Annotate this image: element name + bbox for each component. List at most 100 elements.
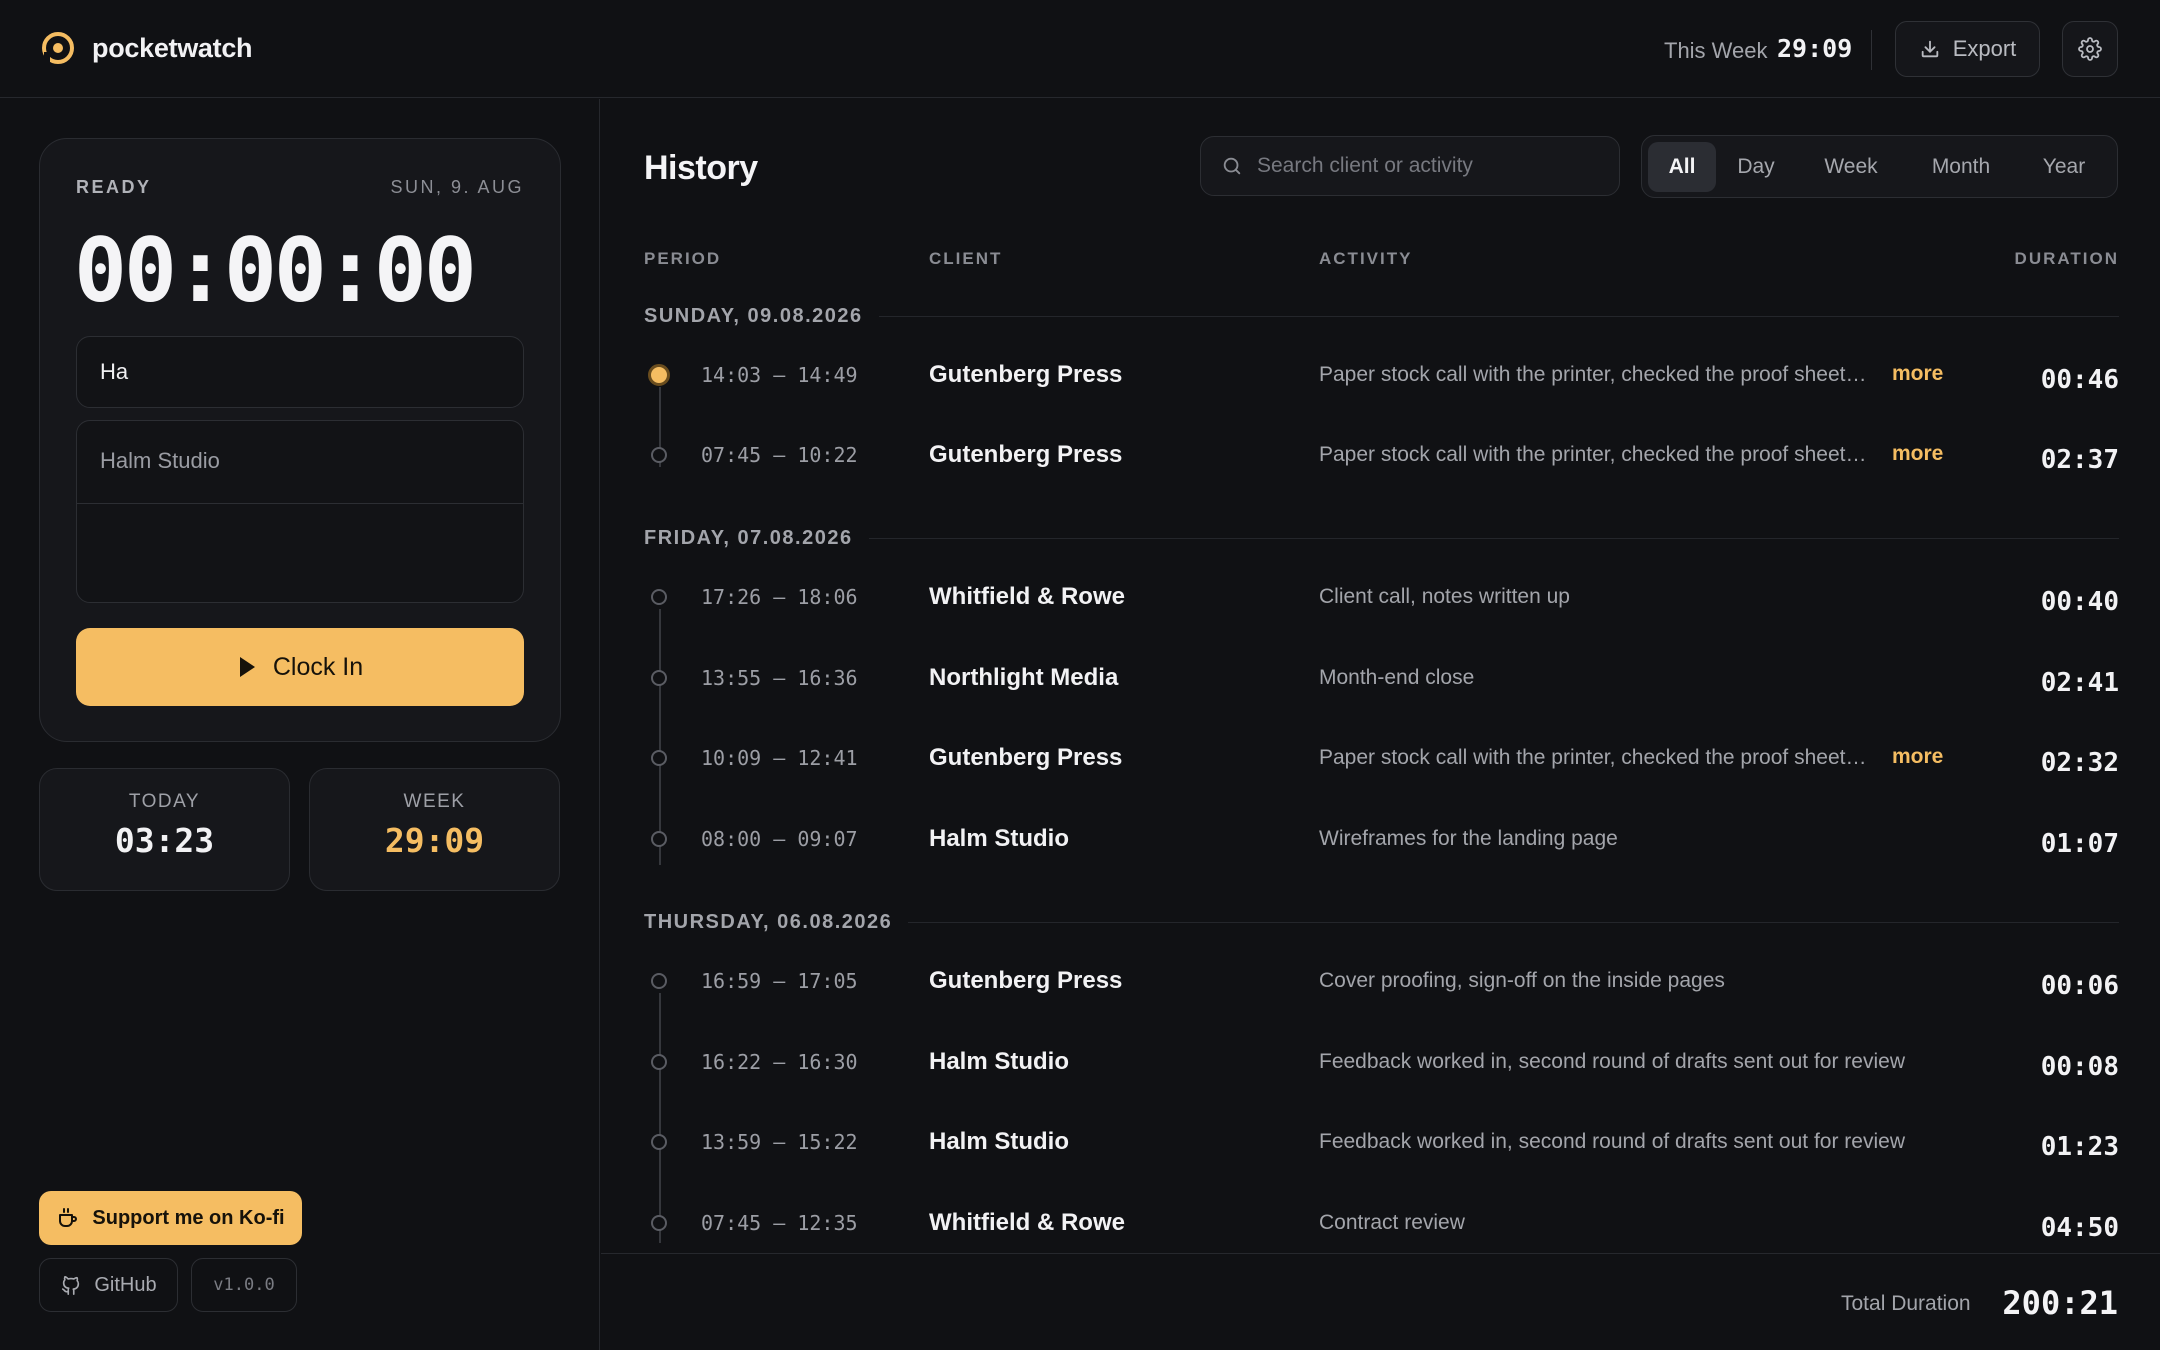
tab-month[interactable]: Month <box>1906 142 2016 192</box>
search-icon <box>1223 157 1241 175</box>
entry-period: 07:45 – 10:22 <box>701 443 858 467</box>
timeline-dot <box>651 831 667 847</box>
tab-year[interactable]: Year <box>2016 142 2112 192</box>
table-row[interactable]: 10:09 – 12:41 Gutenberg Press Paper stoc… <box>644 736 2119 796</box>
entry-client: Gutenberg Press <box>929 744 1123 771</box>
entry-duration: 00:08 <box>2040 1052 2119 1082</box>
tab-week[interactable]: Week <box>1796 142 1906 192</box>
entry-duration: 02:37 <box>2040 445 2119 475</box>
entry-period: 14:03 – 14:49 <box>701 363 858 387</box>
more-link[interactable]: more <box>1892 362 1943 386</box>
coffee-cup-icon <box>59 1208 78 1227</box>
today-stat-card: TODAY 03:23 <box>39 768 290 891</box>
pocketwatch-logo-icon <box>42 32 74 64</box>
clock-in-button[interactable]: Clock In <box>76 628 524 706</box>
day-divider <box>908 922 2119 923</box>
settings-button[interactable] <box>2062 21 2118 77</box>
entry-client: Halm Studio <box>929 825 1070 852</box>
entry-client: Gutenberg Press <box>929 967 1123 994</box>
week-total-value: 29:09 <box>1777 34 1853 63</box>
tab-all[interactable]: All <box>1648 141 1716 192</box>
table-row[interactable]: 07:45 – 10:22 Gutenberg Press Paper stoc… <box>644 433 2119 493</box>
entry-period: 10:09 – 12:41 <box>701 746 858 770</box>
more-link[interactable]: more <box>1892 442 1943 466</box>
entry-client: Northlight Media <box>929 664 1119 691</box>
total-duration-label: Total Duration <box>1841 1292 1971 1315</box>
kofi-button[interactable]: Support me on Ko-fi <box>39 1191 302 1245</box>
download-icon <box>1921 40 1938 58</box>
entry-activity: Month-end close <box>1319 666 1475 689</box>
timer-status: READY <box>76 177 152 197</box>
entry-activity: Wireframes for the landing page <box>1319 827 1618 850</box>
entry-duration: 02:32 <box>2040 748 2119 778</box>
column-header-period: PERIOD <box>644 249 722 268</box>
entry-period: 16:59 – 17:05 <box>701 969 858 993</box>
timeline-dot-active <box>648 364 670 386</box>
brand[interactable]: pocketwatch <box>40 30 253 66</box>
table-row[interactable]: 16:59 – 17:05 Gutenberg Press Cover proo… <box>644 959 2119 1019</box>
entry-period: 13:59 – 15:22 <box>701 1130 858 1154</box>
timeline-dot <box>651 1054 667 1070</box>
table-row[interactable]: 16:22 – 16:30 Halm Studio Feedback worke… <box>644 1040 2119 1100</box>
week-total-label: This Week <box>1664 38 1768 63</box>
history-footer: Total Duration 200:21 <box>601 1253 2160 1350</box>
github-button[interactable]: GitHub <box>39 1258 178 1312</box>
period-filter-tabs: All Day Week Month Year <box>1641 135 2118 198</box>
today-stat-label: TODAY <box>128 791 201 812</box>
table-row[interactable]: 17:26 – 18:06 Whitfield & Rowe Client ca… <box>644 575 2119 635</box>
more-link[interactable]: more <box>1892 745 1943 769</box>
entry-activity: Cover proofing, sign-off on the inside p… <box>1319 969 1725 992</box>
total-duration-value: 200:21 <box>2002 1284 2118 1322</box>
header-divider <box>1871 30 1872 70</box>
entry-duration: 01:07 <box>2040 829 2119 859</box>
app-header: pocketwatch This Week 29:09 Export <box>0 0 2160 98</box>
entry-activity: Paper stock call with the printer, check… <box>1319 443 1867 466</box>
search-box[interactable] <box>1200 136 1620 196</box>
entry-client: Whitfield & Rowe <box>929 583 1125 610</box>
table-row[interactable]: 13:59 – 15:22 Halm Studio Feedback worke… <box>644 1120 2119 1180</box>
day-header: FRIDAY, 07.08.2026 <box>644 527 2119 550</box>
today-stat-value: 03:23 <box>114 821 215 860</box>
client-input[interactable]: Halm Studio <box>76 420 524 504</box>
entry-client: Gutenberg Press <box>929 361 1123 388</box>
sidebar: READY SUN, 9. AUG 00:00:00 Ha Halm Studi… <box>0 99 600 1350</box>
timeline-dot <box>651 1134 667 1150</box>
version-badge: v1.0.0 <box>191 1258 297 1312</box>
day-divider <box>868 538 2119 539</box>
history-panel: History All Day Week Month Year PERIOD C… <box>601 99 2160 1350</box>
activity-input[interactable]: Ha <box>76 336 524 408</box>
table-row[interactable]: 13:55 – 16:36 Northlight Media Month-end… <box>644 656 2119 716</box>
brand-name: pocketwatch <box>92 32 253 63</box>
day-label: THURSDAY, 06.08.2026 <box>644 911 893 933</box>
entry-client: Halm Studio <box>929 1048 1070 1075</box>
kofi-label: Support me on Ko-fi <box>92 1206 285 1229</box>
timeline-dot <box>651 589 667 605</box>
entry-activity: Paper stock call with the printer, check… <box>1319 746 1867 769</box>
gear-icon <box>2078 37 2102 61</box>
entry-client: Gutenberg Press <box>929 441 1123 468</box>
tab-day[interactable]: Day <box>1716 142 1796 192</box>
day-header: THURSDAY, 06.08.2026 <box>644 911 2119 934</box>
timeline-dot <box>651 750 667 766</box>
entry-period: 08:00 – 09:07 <box>701 827 858 851</box>
entry-period: 16:22 – 16:30 <box>701 1050 858 1074</box>
entry-activity: Paper stock call with the printer, check… <box>1319 363 1867 386</box>
entry-duration: 00:06 <box>2040 971 2119 1001</box>
timer-card: READY SUN, 9. AUG 00:00:00 Ha Halm Studi… <box>39 138 561 742</box>
table-row[interactable]: 08:00 – 09:07 Halm Studio Wireframes for… <box>644 817 2119 877</box>
entry-period: 07:45 – 12:35 <box>701 1211 858 1235</box>
export-button[interactable]: Export <box>1895 21 2040 77</box>
timeline-dot <box>651 447 667 463</box>
week-stat-label: WEEK <box>403 791 466 812</box>
table-row[interactable]: 14:03 – 14:49 Gutenberg Press Paper stoc… <box>644 353 2119 413</box>
day-label: FRIDAY, 07.08.2026 <box>644 527 853 549</box>
notes-textarea[interactable] <box>76 503 524 603</box>
entry-duration: 04:50 <box>2040 1213 2119 1243</box>
day-divider <box>878 316 2119 317</box>
entry-client: Whitfield & Rowe <box>929 1209 1125 1236</box>
entry-activity: Feedback worked in, second round of draf… <box>1319 1050 1905 1073</box>
timer-clock: 00:00:00 <box>74 219 477 322</box>
search-input[interactable] <box>1257 154 1597 178</box>
table-row[interactable]: 07:45 – 12:35 Whitfield & Rowe Contract … <box>644 1201 2119 1261</box>
github-icon <box>62 1276 80 1295</box>
